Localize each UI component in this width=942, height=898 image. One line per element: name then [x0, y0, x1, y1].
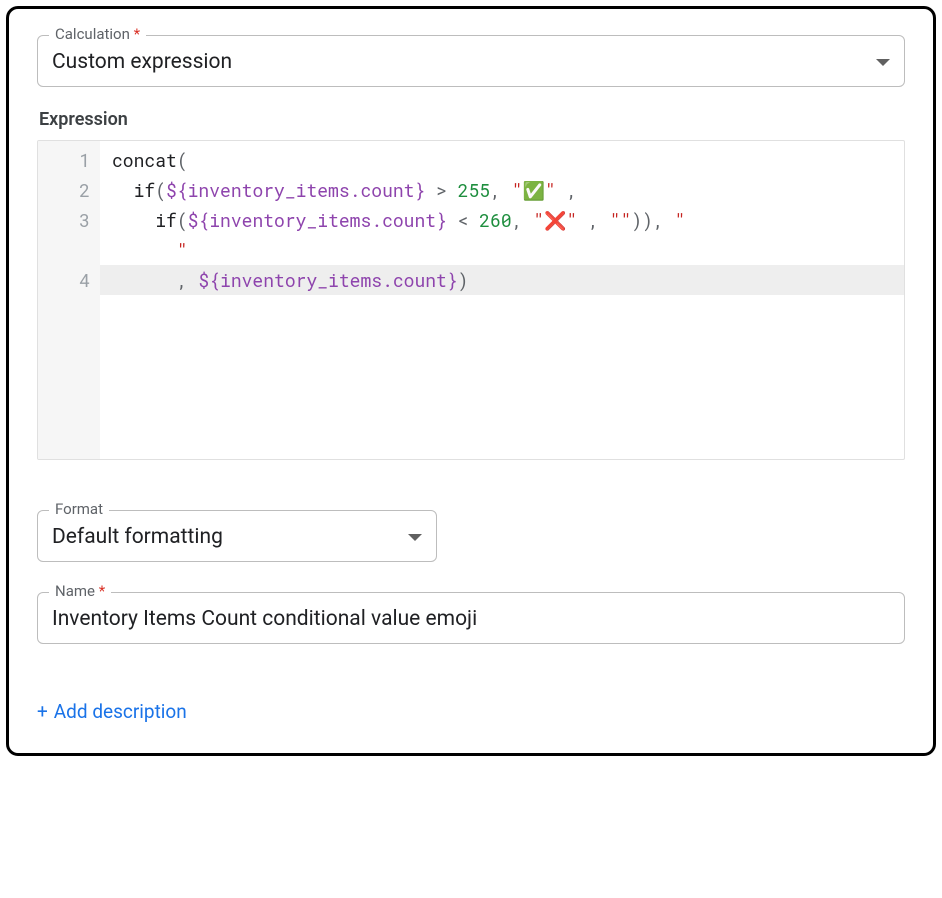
gutter-line: 2 — [46, 175, 90, 205]
table-calculation-panel: Calculation * Custom expression Expressi… — [6, 6, 936, 756]
add-description-label: Add description — [54, 700, 187, 723]
gutter-line — [46, 235, 90, 265]
gutter-line: 3 — [46, 205, 90, 235]
format-label: Format — [55, 500, 103, 518]
chevron-down-icon — [408, 534, 422, 541]
required-marker: * — [99, 582, 105, 600]
code-line[interactable]: concat( — [112, 145, 896, 175]
required-marker: * — [134, 25, 140, 43]
chevron-down-icon — [876, 59, 890, 66]
format-value: Default formatting — [52, 525, 223, 549]
code-line[interactable]: " — [112, 235, 896, 265]
expression-label: Expression — [39, 109, 905, 130]
code-line[interactable]: if(${inventory_items.count} < 260, "❌" ,… — [112, 205, 896, 235]
calculation-select[interactable]: Custom expression — [37, 35, 905, 87]
calculation-label: Calculation — [55, 25, 130, 43]
calculation-field: Calculation * Custom expression — [37, 35, 905, 87]
plus-icon: + — [37, 700, 48, 723]
gutter-line: 1 — [46, 145, 90, 175]
name-label: Name — [55, 582, 95, 600]
name-field: Name * — [37, 592, 905, 644]
name-input[interactable] — [52, 607, 890, 631]
calculation-value: Custom expression — [52, 50, 232, 74]
editor-gutter: 123 4 — [38, 141, 100, 459]
editor-code[interactable]: concat( if(${inventory_items.count} > 25… — [100, 141, 904, 459]
code-line[interactable]: , ${inventory_items.count}) — [100, 265, 904, 295]
expression-editor[interactable]: 123 4 concat( if(${inventory_items.count}… — [37, 140, 905, 460]
code-line[interactable]: if(${inventory_items.count} > 255, "✅" , — [112, 175, 896, 205]
name-input-wrapper — [37, 592, 905, 644]
gutter-line: 4 — [46, 265, 90, 295]
format-field: Format Default formatting — [37, 510, 437, 562]
add-description-button[interactable]: + Add description — [37, 700, 187, 723]
